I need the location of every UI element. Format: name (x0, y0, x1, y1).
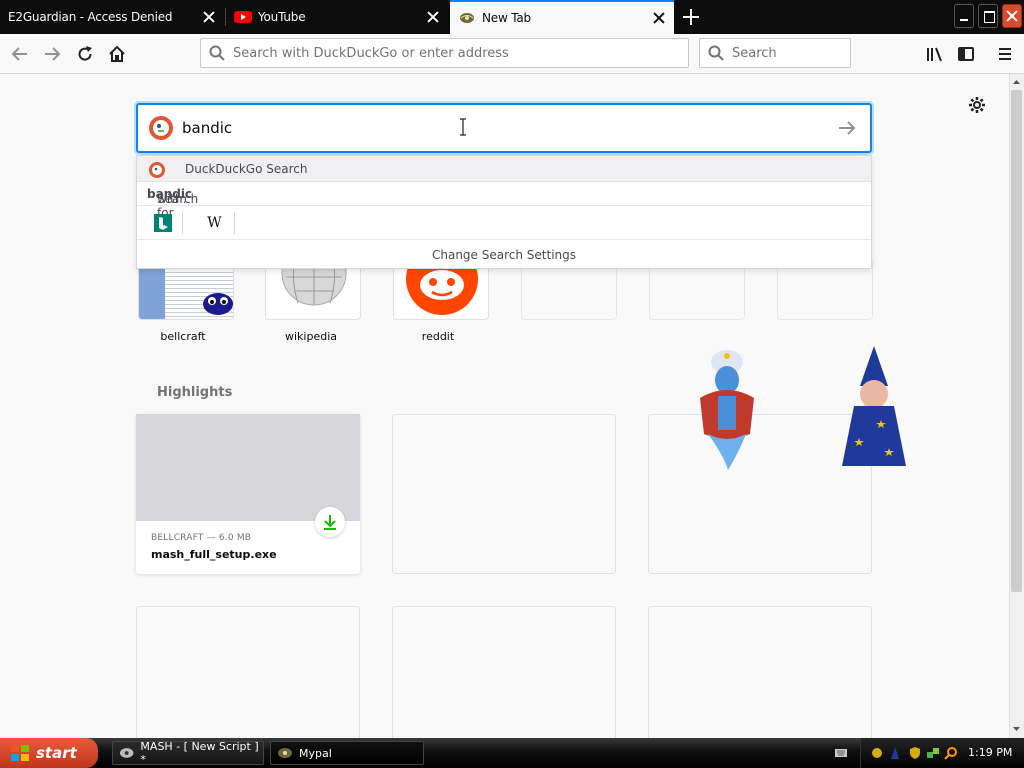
menu-button[interactable] (991, 40, 1019, 68)
tab-youtube[interactable]: YouTube (226, 0, 448, 34)
duckduckgo-small-icon (149, 162, 165, 178)
search-suggestions-dropdown: DuckDuckGo Search Search for bandic with… (136, 155, 872, 269)
tab-close-icon[interactable] (202, 10, 216, 24)
duckduckgo-icon (149, 116, 173, 140)
window-maximize-button[interactable] (978, 4, 998, 28)
scroll-down-arrow-icon[interactable] (1011, 724, 1022, 735)
one-off-engines-row: W (137, 206, 871, 240)
taskbar-item-label: MASH - [ New Script ] * (140, 740, 259, 766)
reload-button[interactable] (71, 40, 99, 68)
forward-arrow-icon (45, 47, 61, 61)
tray-search-icon[interactable] (944, 746, 958, 760)
top-site-label[interactable]: reddit (378, 330, 498, 343)
mypal-app-icon (278, 748, 292, 758)
start-label: start (36, 744, 77, 762)
download-arrow-icon (324, 515, 336, 530)
tab-title: New Tab (482, 11, 531, 25)
windows-logo-icon (11, 745, 29, 761)
window-minimize-button[interactable] (954, 4, 974, 28)
taskbar-item-mash[interactable]: MASH - [ New Script ] * (112, 740, 264, 766)
tab-title: YouTube (258, 10, 306, 24)
scroll-up-arrow-icon[interactable] (1011, 76, 1022, 87)
sidebar-button[interactable] (952, 40, 980, 68)
highlight-card-empty (392, 414, 616, 574)
globe-icon (460, 13, 474, 23)
tab-e2guardian[interactable]: E2Guardian - Access Denied (0, 0, 224, 34)
search-for-suffix: with: (157, 192, 187, 206)
top-site-label[interactable]: wikipedia (251, 330, 371, 343)
highlight-card-title: mash_full_setup.exe (151, 548, 277, 561)
tab-close-icon[interactable] (652, 11, 666, 25)
text-cursor-icon (460, 118, 466, 136)
tab-close-icon[interactable] (426, 10, 440, 24)
highlight-card-source: BELLCRAFT — 6.0 MB (151, 533, 252, 543)
search-bar-placeholder: Search (732, 45, 777, 61)
back-button[interactable] (6, 40, 34, 68)
engine-button-wikipedia[interactable]: W (195, 212, 235, 234)
download-badge (315, 507, 345, 537)
scrollbar-thumb[interactable] (1011, 90, 1022, 592)
tray-wizard-icon[interactable] (888, 746, 902, 760)
change-search-settings-button[interactable]: Change Search Settings (137, 240, 871, 270)
mash-app-icon (119, 748, 134, 758)
search-for-text: Search for bandic with: (147, 187, 198, 220)
url-bar-placeholder: Search with DuckDuckGo or enter address (233, 45, 509, 61)
home-icon (109, 45, 125, 62)
taskbar-clock: 1:19 PM (968, 746, 1013, 759)
forward-button[interactable] (38, 40, 66, 68)
newtab-settings-button[interactable] (966, 94, 988, 116)
library-icon (927, 47, 942, 62)
library-button[interactable] (920, 40, 948, 68)
url-bar[interactable]: Search with DuckDuckGo or enter address (200, 38, 689, 68)
highlight-card-thumbnail (136, 414, 360, 521)
security-shield-icon[interactable] (908, 746, 922, 760)
search-bar[interactable]: Search (699, 38, 851, 68)
taskbar-item-label: Mypal (299, 746, 332, 760)
search-query-text[interactable]: bandic (182, 119, 232, 137)
bing-icon (153, 214, 172, 232)
change-search-settings-label: Change Search Settings (431, 248, 577, 262)
tab-new-tab[interactable]: New Tab (450, 0, 674, 34)
suggestion-label: DuckDuckGo Search (185, 162, 308, 176)
tray-genie-icon[interactable] (870, 746, 884, 760)
window-close-button[interactable] (1002, 4, 1022, 28)
search-for-with-header: Search for bandic with: (137, 182, 871, 220)
tab-title: E2Guardian - Access Denied (8, 10, 173, 24)
engine-button-bing[interactable] (143, 212, 183, 234)
gear-icon (969, 97, 985, 113)
reload-icon (78, 46, 92, 61)
taskbar-item-mypal[interactable]: Mypal (270, 741, 424, 765)
search-icon (708, 45, 724, 61)
start-button[interactable]: start (0, 738, 98, 768)
newtab-search-field[interactable] (136, 103, 872, 153)
highlights-heading: Highlights (157, 385, 233, 400)
sidebar-icon (958, 47, 974, 61)
back-arrow-icon (11, 47, 27, 61)
suggestion-duckduckgo-search[interactable]: DuckDuckGo Search (137, 156, 871, 182)
hamburger-menu-icon (999, 48, 1011, 60)
youtube-icon (234, 11, 252, 23)
search-go-arrow-icon[interactable] (836, 117, 858, 139)
top-site-label[interactable]: bellcraft (123, 330, 243, 343)
keyboard-icon[interactable] (834, 746, 848, 760)
highlight-card-empty (648, 414, 872, 574)
wikipedia-w-icon: W (207, 215, 222, 231)
new-tab-button[interactable] (680, 6, 702, 28)
home-button[interactable] (103, 40, 131, 68)
bellcraft-logo-icon (203, 293, 233, 315)
network-icon[interactable] (926, 746, 940, 760)
search-icon (209, 45, 225, 61)
